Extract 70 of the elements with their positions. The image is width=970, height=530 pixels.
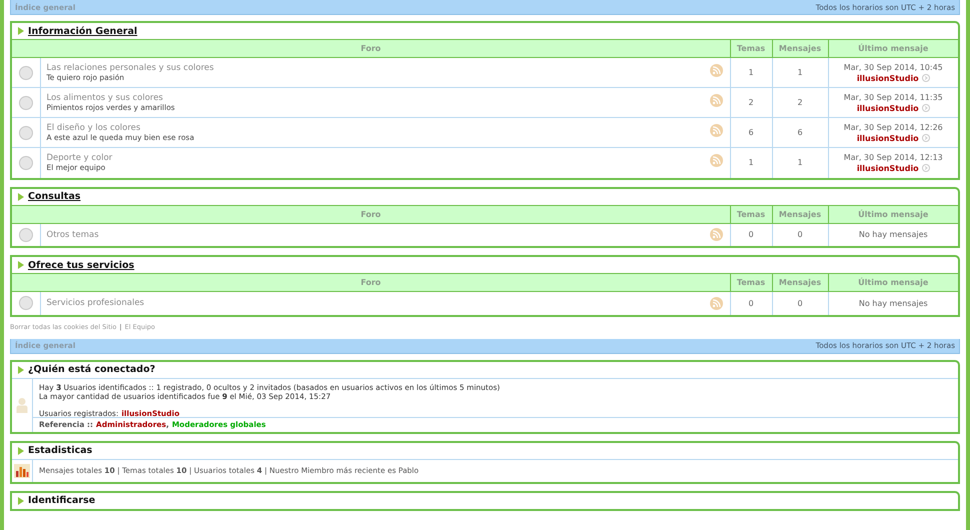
triangle-icon <box>17 261 24 269</box>
triangle-icon <box>17 496 24 504</box>
column-header: Mensajes <box>772 40 828 58</box>
status-circle-icon <box>18 228 33 242</box>
forum-link[interactable]: Las relaciones personales y sus colores <box>46 63 214 73</box>
author-link[interactable]: illusionStudio <box>856 102 919 114</box>
last-post-date: Mar, 30 Sep 2014, 12:13 <box>844 152 943 162</box>
forum-link[interactable]: Servicios profesionales <box>46 298 144 308</box>
category-title[interactable]: Ofrece tus servicios <box>28 260 134 270</box>
column-header: Mensajes <box>772 205 828 223</box>
category-title[interactable]: Consultas <box>28 191 81 202</box>
posts-count: 2 <box>797 98 803 107</box>
column-header: Temas <box>730 40 772 58</box>
column-header: Mensajes <box>772 274 828 292</box>
topics-count: 2 <box>748 98 754 107</box>
view-post-icon[interactable] <box>922 74 930 82</box>
forum-link[interactable]: Otros temas <box>46 230 99 240</box>
posts-count: 0 <box>797 230 803 240</box>
status-circle-icon <box>18 96 33 110</box>
view-post-icon[interactable] <box>922 134 930 142</box>
triangle-icon <box>17 192 24 200</box>
status-circle-icon <box>18 296 33 310</box>
posts-count: 1 <box>797 158 803 168</box>
rss-icon[interactable] <box>710 64 723 77</box>
column-header: Foro <box>12 40 730 58</box>
author-link[interactable]: illusionStudio <box>856 72 919 84</box>
rss-icon[interactable] <box>710 228 723 242</box>
topics-count: 0 <box>748 230 754 240</box>
column-header: Último mensaje <box>828 205 958 223</box>
bar-chart-icon <box>14 464 30 478</box>
last-post-date: Mar, 30 Sep 2014, 10:45 <box>844 62 943 72</box>
column-header: Temas <box>730 274 772 292</box>
triangle-icon <box>17 27 24 35</box>
posts-count: 0 <box>797 298 803 308</box>
last-post-date: Mar, 30 Sep 2014, 12:26 <box>844 122 943 132</box>
rss-icon[interactable] <box>710 154 723 167</box>
no-posts-text: No hay mensajes <box>858 298 928 308</box>
no-posts-text: No hay mensajes <box>858 230 928 240</box>
column-header: Temas <box>730 205 772 223</box>
section-title: Identificarse <box>28 495 96 506</box>
topics-count: 0 <box>748 298 754 308</box>
column-header: Foro <box>12 274 730 292</box>
triangle-icon <box>17 446 24 454</box>
last-post-date: Mar, 30 Sep 2014, 11:35 <box>844 92 943 102</box>
rss-icon[interactable] <box>710 124 723 137</box>
status-circle-icon <box>18 156 33 170</box>
column-header: Último mensaje <box>828 274 958 292</box>
column-header: Último mensaje <box>828 40 958 58</box>
author-link[interactable]: illusionStudio <box>856 132 919 144</box>
topics-count: 1 <box>748 68 754 77</box>
author-link[interactable]: illusionStudio <box>856 162 919 174</box>
forum-link[interactable]: Deporte y color <box>46 153 112 164</box>
forum-link[interactable]: El diseño y los colores <box>46 123 140 133</box>
section-title: ¿Quién está conectado? <box>28 364 156 375</box>
status-circle-icon <box>18 126 33 140</box>
topics-count: 6 <box>748 128 754 137</box>
rss-icon[interactable] <box>710 94 723 107</box>
view-post-icon[interactable] <box>922 104 930 112</box>
posts-count: 1 <box>797 68 803 77</box>
triangle-icon <box>17 366 24 374</box>
rss-icon[interactable] <box>710 296 723 310</box>
section-title: Estadisticas <box>28 445 92 456</box>
column-header: Foro <box>12 205 730 223</box>
posts-count: 6 <box>797 128 803 137</box>
topics-count: 1 <box>748 158 754 168</box>
user-silhouette-icon <box>16 397 28 413</box>
category-title[interactable]: Información General <box>28 26 138 36</box>
status-circle-icon <box>18 66 33 80</box>
forum-link[interactable]: Los alimentos y sus colores <box>46 93 163 103</box>
view-post-icon[interactable] <box>922 164 930 172</box>
